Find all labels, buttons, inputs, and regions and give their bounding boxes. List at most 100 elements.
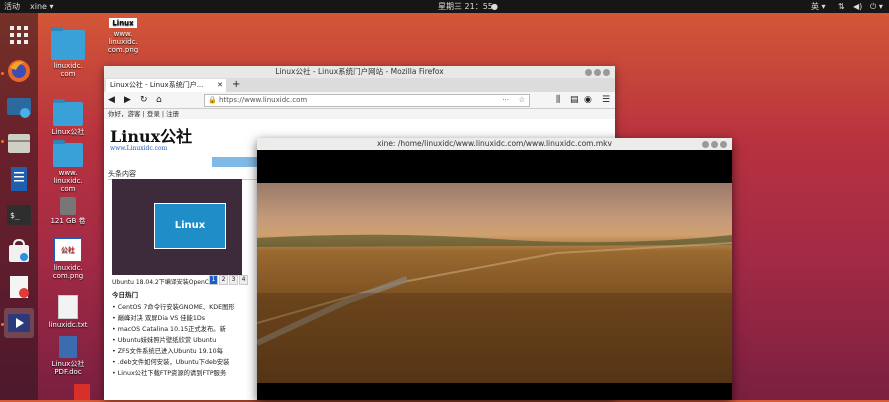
folder-icon xyxy=(53,140,83,167)
hot-list-item[interactable]: • CentOS 7命令行安装GNOME、KDE图形 xyxy=(112,302,252,313)
desktop-icon-linuxidc-txt[interactable]: linuxidc.txt xyxy=(41,295,95,329)
file-manager-icon[interactable] xyxy=(4,128,34,158)
minimize-button[interactable] xyxy=(585,69,592,76)
desktop-icon-label: linuxidc. com xyxy=(53,62,83,78)
show-apps-icon[interactable] xyxy=(4,20,34,50)
xine-window-title: xine: /home/linuxidc/www.linuxidc.com/ww… xyxy=(377,139,612,148)
navigation-toolbar: ◀ ▶ ↻ ⌂ 🔒 https://www.linuxidc.com ··· ☆… xyxy=(104,92,615,109)
text-editor-icon[interactable] xyxy=(4,272,34,302)
firefox-titlebar[interactable]: Linux公社 - Linux系统门户网站 - Mozilla Firefox xyxy=(104,66,615,78)
pager-3[interactable]: 3 xyxy=(229,275,238,285)
pager-2[interactable]: 2 xyxy=(219,275,228,285)
reader-icon[interactable]: ◉ xyxy=(584,94,592,106)
folder-icon xyxy=(51,27,85,60)
library-icon[interactable]: ⫼ xyxy=(556,94,560,106)
site-logo-url: www.Linuxidc.com xyxy=(110,145,168,152)
desktop-icon-label: linuxidc.txt xyxy=(48,321,88,329)
screenshot-app-icon[interactable] xyxy=(4,92,34,122)
image-file-icon: Linux xyxy=(109,18,137,28)
xine-window: xine: /home/linuxidc/www.linuxidc.com/ww… xyxy=(257,138,732,400)
power-icon[interactable]: ⏻ ▾ xyxy=(870,1,883,12)
xine-player-icon[interactable] xyxy=(4,308,34,338)
folder-icon xyxy=(53,99,83,126)
svg-text:$_: $_ xyxy=(10,211,20,220)
new-tab-button[interactable]: + xyxy=(232,78,240,92)
clock[interactable]: 星期三 21：55 xyxy=(438,1,493,12)
minimize-button[interactable] xyxy=(702,141,709,148)
desktop-icon-label: linuxidc. com.png xyxy=(52,264,84,280)
tab-linuxidc[interactable]: Linux公社 - Linux系统门户... ✕ xyxy=(106,79,226,92)
desktop-icon-volume[interactable]: 121 GB 卷 xyxy=(41,197,95,225)
tab-title: Linux公社 - Linux系统门户... xyxy=(110,81,204,89)
pager-4[interactable]: 4 xyxy=(239,275,248,285)
document-viewer-icon[interactable] xyxy=(4,164,34,194)
site-logo[interactable]: Linux公社 www.Linuxidc.com xyxy=(110,123,192,152)
sidebar-icon[interactable]: ▤ xyxy=(570,94,579,106)
site-logo-text: Linux公社 xyxy=(110,127,193,146)
software-center-icon[interactable] xyxy=(4,236,34,266)
input-method-label: 英 xyxy=(811,2,819,11)
desktop-icon-www-linuxidc-com[interactable]: www. linuxidc. com xyxy=(41,140,95,193)
dock: $_ xyxy=(0,13,38,400)
hot-list-item[interactable]: • .deb文件如何安装，Ubuntu下deb安装 xyxy=(112,357,252,368)
maximize-button[interactable] xyxy=(594,69,601,76)
desktop-icon-linuxidc-png[interactable]: 公社 linuxidc. com.png xyxy=(41,238,95,280)
hot-list-item[interactable]: • macOS Catalina 10.15正式发布。新 xyxy=(112,324,252,335)
activities-button[interactable]: 活动 xyxy=(4,1,20,12)
desktop-icon-label: Linux公社 xyxy=(51,128,85,136)
headline-thumbnail[interactable]: Linux xyxy=(112,179,242,275)
tab-strip: Linux公社 - Linux系统门户... ✕ + xyxy=(104,78,615,92)
hot-list-item[interactable]: • Ubuntu妹妹照片壁纸欣赏 Ubuntu xyxy=(112,335,252,346)
hot-list-item[interactable]: • Linux公社下载FTP资源的请到FTP服务 xyxy=(112,368,252,379)
reload-button[interactable]: ↻ xyxy=(140,94,148,106)
desktop-icon-label: www. linuxidc. com.png xyxy=(107,30,139,54)
terminal-icon[interactable]: $_ xyxy=(4,200,34,230)
close-button[interactable] xyxy=(603,69,610,76)
volume-icon[interactable]: ◀) xyxy=(853,1,862,12)
app-menu[interactable]: xine ▾ xyxy=(30,1,54,12)
pdf-file-icon xyxy=(74,384,90,400)
hot-list-item[interactable]: • ZFS文件系统已进入Ubuntu 19.10每 xyxy=(112,346,252,357)
document-file-icon xyxy=(59,336,77,358)
desktop-icon-www-linuxidc-png[interactable]: Linux www. linuxidc. com.png xyxy=(96,18,150,54)
lock-icon: 🔒 xyxy=(208,96,217,104)
hamburger-menu-icon[interactable]: ☰ xyxy=(602,94,610,106)
desktop-icon-linuxidc-com[interactable]: linuxidc. com xyxy=(41,27,95,78)
close-button[interactable] xyxy=(720,141,727,148)
window-controls xyxy=(700,140,727,152)
home-button[interactable]: ⌂ xyxy=(156,94,162,106)
pager-1[interactable]: 1 xyxy=(209,275,218,285)
bookmark-star-icon[interactable]: ☆ xyxy=(519,95,525,106)
desktop-icon-label: www. linuxidc. com xyxy=(53,169,83,193)
firefox-window-title: Linux公社 - Linux系统门户网站 - Mozilla Firefox xyxy=(275,67,444,76)
close-tab-icon[interactable]: ✕ xyxy=(217,79,223,92)
desktop-icon-pdf-doc[interactable]: Linux公社 PDF.doc xyxy=(41,336,95,376)
maximize-button[interactable] xyxy=(711,141,718,148)
top-panel: 活动 xine ▾ 星期三 21：55 ● 英 ▾ ⇅ ◀) ⏻ ▾ xyxy=(0,0,889,13)
running-indicator-icon xyxy=(1,140,4,143)
network-icon[interactable]: ⇅ xyxy=(838,1,845,12)
page-actions-icon[interactable]: ··· xyxy=(502,95,509,106)
firefox-icon[interactable] xyxy=(4,56,34,86)
thumbnail-caption[interactable]: Ubuntu 18.04.2下编译安装OpenCV... xyxy=(112,277,218,286)
thumbnail-logo-icon: Linux xyxy=(154,203,226,249)
back-button[interactable]: ◀ xyxy=(108,94,115,106)
url-bar[interactable]: 🔒 https://www.linuxidc.com ··· ☆ xyxy=(204,94,530,107)
input-method-indicator[interactable]: 英 ▾ xyxy=(811,1,826,12)
hot-list-item[interactable]: • 巅峰对决 双屏Dia VS 佳能1Ds xyxy=(112,313,252,324)
running-indicator-icon xyxy=(1,323,4,326)
video-frame[interactable] xyxy=(257,183,732,383)
url-text: https://www.linuxidc.com xyxy=(219,96,308,104)
top-links[interactable]: 你好，游客 | 登录 | 注册 xyxy=(104,109,615,119)
xine-titlebar[interactable]: xine: /home/linuxidc/www.linuxidc.com/ww… xyxy=(257,138,732,150)
image-file-icon: 公社 xyxy=(54,238,82,262)
desktop-icon-pdf[interactable] xyxy=(55,384,109,402)
desktop-icon-label: 121 GB 卷 xyxy=(50,217,86,225)
forward-button[interactable]: ▶ xyxy=(124,94,131,106)
app-menu-label: xine xyxy=(30,2,47,11)
drive-icon xyxy=(60,197,76,215)
hot-list-title: 今日热门 xyxy=(112,291,138,299)
desktop-icon-label: Linux公社 PDF.doc xyxy=(51,360,85,376)
desktop-icon-linux-gongshe[interactable]: Linux公社 xyxy=(41,99,95,136)
notification-dot-icon: ● xyxy=(491,2,498,11)
